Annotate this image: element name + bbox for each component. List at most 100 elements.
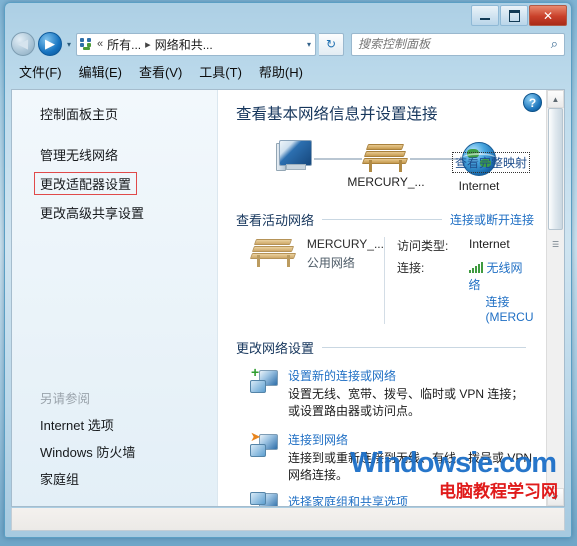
task-setup-text: 设置新的连接或网络 设置无线、宽带、拨号、临时或 VPN 连接；或设置路由器或访…	[288, 367, 534, 421]
scroll-down-button[interactable]: ▼	[547, 488, 564, 506]
connect-disconnect-link[interactable]: 连接或断开连接	[450, 211, 534, 228]
recent-pages-button[interactable]: ▾	[65, 40, 73, 49]
task-setup-new-connection[interactable]: + 设置新的连接或网络 设置无线、宽带、拨号、临时或 VPN 连接；或设置路由器…	[236, 365, 534, 421]
scroll-grip-icon: ☰	[552, 240, 560, 249]
close-icon: ✕	[542, 8, 554, 23]
forward-button[interactable]: ▶	[38, 32, 62, 56]
search-box[interactable]: ⌕	[351, 32, 565, 56]
scroll-up-button[interactable]: ▲	[547, 90, 564, 108]
network-map: MERCURY_... Internet 查看完整映射	[258, 128, 534, 200]
back-arrow-icon: ◀	[18, 36, 28, 51]
sidebar-item-change-adapter-settings[interactable]: 更改适配器设置	[12, 168, 217, 199]
access-type-row: 访问类型: Internet	[397, 237, 534, 254]
maximize-icon	[508, 9, 520, 22]
menu-bar: 文件(F) 编辑(E) 查看(V) 工具(T) 帮助(H)	[5, 59, 571, 84]
connection-label: 连接:	[397, 261, 425, 275]
menu-item-file[interactable]: 文件(F)	[19, 62, 62, 81]
sidebar-item-advanced-sharing[interactable]: 更改高级共享设置	[12, 199, 217, 226]
homegroup-icon	[250, 491, 278, 506]
breadcrumb-item-all[interactable]: 所有...	[107, 36, 141, 53]
task-setup-desc: 设置无线、宽带、拨号、临时或 VPN 连接；或设置路由器或访问点。	[288, 387, 524, 419]
maximize-button[interactable]	[500, 5, 528, 26]
refresh-button[interactable]: ↻	[319, 32, 345, 56]
sidebar-home-block: 控制面板主页	[12, 90, 217, 127]
connect-network-icon: ➤	[250, 430, 278, 457]
menu-item-edit[interactable]: 编辑(E)	[79, 62, 122, 81]
task-setup-title[interactable]: 设置新的连接或网络	[288, 367, 534, 384]
access-type-label: 访问类型:	[397, 239, 449, 253]
task-homegroup-text: 选择家庭组和共享选项	[288, 493, 408, 506]
change-settings-title: 更改网络设置	[236, 341, 315, 356]
search-icon: ⌕	[550, 36, 558, 51]
breadcrumb-arrow-icon: ▸	[145, 38, 151, 51]
sidebar: 控制面板主页 管理无线网络 更改适配器设置 更改高级共享设置 另请参阅 Inte…	[12, 90, 218, 506]
sidebar-item-control-panel-home[interactable]: 控制面板主页	[12, 100, 217, 127]
minimize-button[interactable]	[471, 5, 499, 26]
help-button[interactable]: ?	[523, 93, 542, 112]
see-also-section: 另请参阅 Internet 选项 Windows 防火墙 家庭组	[12, 386, 217, 492]
heading-rule-2	[322, 347, 526, 348]
breadcrumb-dropdown-icon[interactable]: ▾	[307, 40, 311, 49]
sidebar-item-homegroup[interactable]: 家庭组	[12, 465, 217, 492]
content-area: 控制面板主页 管理无线网络 更改适配器设置 更改高级共享设置 另请参阅 Inte…	[11, 89, 565, 507]
task-homegroup-sharing[interactable]: 选择家庭组和共享选项	[236, 491, 534, 506]
connection-link-line3[interactable]: (MERCU	[486, 310, 534, 324]
window-controls: ✕	[471, 5, 567, 26]
connection-row: 连接: 无线网络 连接 (MERCU	[397, 259, 534, 324]
active-network-identity: MERCURY_... 公用网络	[248, 237, 384, 324]
search-input[interactable]	[356, 36, 560, 52]
menu-item-help[interactable]: 帮助(H)	[259, 62, 303, 81]
map-label-internet: Internet	[458, 179, 500, 193]
address-bar: ◀ ▶ ▾ « 所有... ▸ 网络和共... ▾ ↻ ⌕	[5, 29, 571, 59]
active-network-row: MERCURY_... 公用网络 访问类型: Internet 连接: 无线网络…	[236, 237, 534, 324]
sidebar-item-windows-firewall[interactable]: Windows 防火墙	[12, 438, 217, 465]
control-panel-icon	[80, 37, 93, 51]
close-button[interactable]: ✕	[529, 5, 567, 26]
menu-item-tools[interactable]: 工具(T)	[199, 62, 242, 81]
main-scroll-content: 查看基本网络信息并设置连接 MERCURY_... Internet 查看完整映…	[218, 90, 564, 506]
highlight-box: 更改适配器设置	[34, 172, 138, 195]
task-homegroup-title[interactable]: 选择家庭组和共享选项	[288, 493, 408, 506]
computer-icon	[276, 140, 316, 174]
map-node-computer[interactable]	[272, 140, 320, 174]
title-bar: ✕	[5, 3, 571, 29]
status-bar	[11, 508, 565, 531]
breadcrumb-overflow[interactable]: «	[97, 38, 103, 50]
scroll-thumb[interactable]	[548, 108, 563, 230]
chevron-down-icon: ▾	[67, 39, 72, 49]
access-type-value: Internet	[469, 237, 510, 251]
explorer-window: ✕ ◀ ▶ ▾ « 所有... ▸ 网络和共... ▾ ↻ ⌕ 文件(F) 编辑…	[4, 2, 572, 538]
map-label-network: MERCURY_...	[347, 175, 425, 189]
network-icon	[361, 142, 409, 172]
main-pane: ? 查看基本网络信息并设置连接 MERCURY_... Internet 查看完…	[218, 90, 564, 506]
forward-arrow-icon: ▶	[45, 36, 55, 51]
refresh-icon: ↻	[325, 37, 337, 51]
sidebar-item-internet-options[interactable]: Internet 选项	[12, 411, 217, 438]
wifi-signal-icon	[468, 262, 483, 273]
see-also-header: 另请参阅	[40, 392, 91, 406]
breadcrumb[interactable]: « 所有... ▸ 网络和共... ▾	[76, 32, 317, 56]
task-connect-title[interactable]: 连接到网络	[288, 431, 534, 448]
active-networks-heading: 查看活动网络 连接或断开连接	[236, 210, 534, 229]
view-full-map-link[interactable]: 查看完整映射	[451, 152, 530, 173]
sidebar-item-manage-wireless[interactable]: 管理无线网络	[12, 141, 217, 168]
back-button[interactable]: ◀	[11, 32, 35, 56]
active-network-type[interactable]: 公用网络	[307, 254, 384, 271]
task-connect-desc: 连接到或重新连接到无线、有线、拨号或 VPN 网络连接。	[288, 450, 533, 483]
task-connect-to-network[interactable]: ➤ 连接到网络 连接到或重新连接到无线、有线、拨号或 VPN 网络连接。	[236, 430, 534, 485]
active-network-details: 访问类型: Internet 连接: 无线网络 连接 (MERCU	[384, 237, 534, 324]
sidebar-task-block: 管理无线网络 更改适配器设置 更改高级共享设置	[12, 127, 217, 226]
vertical-scrollbar[interactable]: ▲ ☰ ▼	[546, 90, 564, 506]
network-icon-small	[250, 237, 297, 267]
minimize-icon	[480, 17, 490, 20]
breadcrumb-item-network[interactable]: 网络和共...	[155, 36, 213, 53]
change-settings-heading: 更改网络设置	[236, 338, 534, 357]
menu-item-view[interactable]: 查看(V)	[139, 62, 182, 81]
connection-link-line2[interactable]: 连接	[486, 293, 534, 310]
active-network-text: MERCURY_... 公用网络	[307, 237, 384, 271]
page-title: 查看基本网络信息并设置连接	[236, 106, 438, 123]
connection-value[interactable]: 无线网络 连接 (MERCU	[468, 259, 534, 324]
map-node-network[interactable]: MERCURY_...	[340, 142, 432, 189]
active-network-name: MERCURY_...	[306, 237, 384, 251]
heading-rule	[322, 219, 442, 220]
